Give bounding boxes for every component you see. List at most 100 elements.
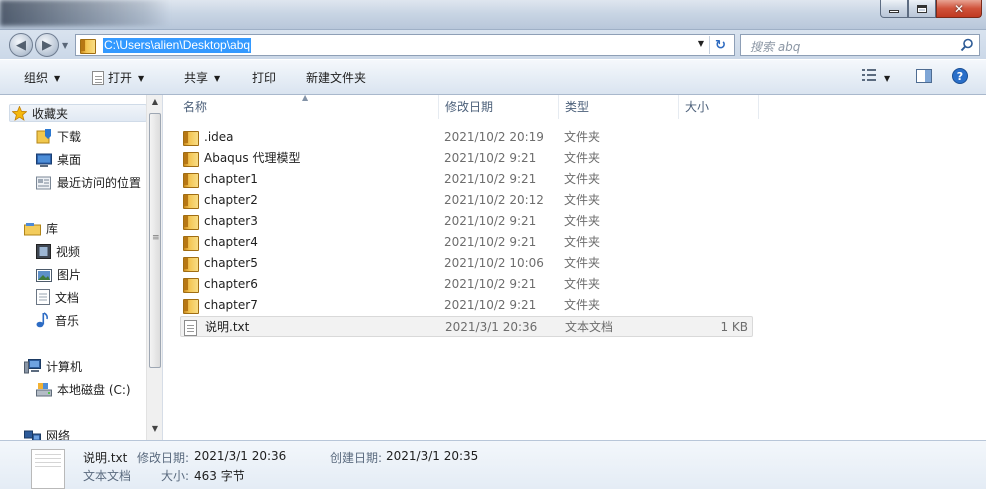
sidebar-item-computer[interactable]: 计算机 — [24, 358, 82, 376]
title-bar[interactable]: ✕ — [0, 0, 986, 30]
file-date: 2021/10/2 20:12 — [444, 193, 544, 207]
computer-icon — [24, 359, 41, 374]
table-row[interactable]: chapter7 2021/10/2 9:21 文件夹 — [180, 295, 753, 316]
share-button[interactable]: 共享 ▼ — [184, 70, 220, 86]
print-label: 打印 — [252, 71, 277, 85]
address-dropdown-icon[interactable]: ▼ — [698, 39, 704, 48]
sidebar-item-label: 网络 — [46, 429, 71, 440]
table-row[interactable]: chapter3 2021/10/2 9:21 文件夹 — [180, 211, 753, 232]
sidebar-item-label: 计算机 — [46, 360, 83, 374]
organize-button[interactable]: 组织 ▼ — [24, 70, 60, 86]
sidebar-item-network[interactable]: 网络 — [24, 427, 70, 440]
sidebar-item-label: 音乐 — [55, 314, 80, 328]
navigation-pane: 收藏夹 下载 桌面 最近访问的位置 库 视频 图片 文档 音乐 计算机 本地磁盘… — [0, 95, 163, 440]
video-icon — [36, 244, 51, 259]
new-folder-button[interactable]: 新建文件夹 — [306, 70, 366, 86]
refresh-button[interactable]: ↻ — [709, 36, 731, 54]
address-bar[interactable]: C:\Users\alien\Desktop\abq ▼ ↻ — [75, 34, 735, 56]
file-type: 文件夹 — [564, 235, 601, 249]
column-header-size[interactable]: 大小 — [679, 95, 759, 119]
back-arrow-icon: ◀ — [16, 37, 26, 53]
sidebar-item-pictures[interactable]: 图片 — [36, 266, 81, 284]
table-row[interactable]: chapter2 2021/10/2 20:12 文件夹 — [180, 190, 753, 211]
grip-icon: ≡ — [152, 233, 160, 243]
close-button[interactable]: ✕ — [936, 0, 982, 18]
file-name: chapter1 — [204, 172, 258, 186]
refresh-icon: ↻ — [715, 37, 726, 53]
sidebar-item-recent[interactable]: 最近访问的位置 — [36, 174, 141, 192]
details-modified-value: 2021/3/1 20:36 — [194, 449, 287, 463]
documents-icon — [36, 289, 50, 305]
sidebar-item-desktop[interactable]: 桌面 — [36, 151, 81, 169]
title-blur — [0, 0, 170, 26]
sidebar-item-downloads[interactable]: 下载 — [36, 128, 81, 146]
table-row[interactable]: .idea 2021/10/2 20:19 文件夹 — [180, 127, 753, 148]
help-icon[interactable]: ? — [952, 68, 968, 84]
maximize-icon — [909, 0, 935, 17]
sidebar-item-libraries[interactable]: 库 — [24, 220, 58, 238]
sidebar-scrollbar[interactable]: ▲ ≡ ▼ — [146, 95, 162, 440]
notepad-icon — [92, 71, 104, 85]
share-label: 共享 — [184, 71, 209, 85]
desktop-icon — [36, 153, 52, 167]
recent-pages-dropdown-icon[interactable]: ▼ — [62, 41, 68, 50]
search-icon[interactable] — [960, 38, 974, 52]
scroll-up-arrow-icon[interactable]: ▲ — [147, 97, 162, 111]
sidebar-item-label: 视频 — [56, 245, 81, 259]
music-note-icon — [36, 312, 48, 328]
folder-icon — [183, 277, 199, 293]
file-date: 2021/10/2 9:21 — [444, 214, 537, 228]
search-input[interactable]: 搜索 abq — [740, 34, 980, 56]
sidebar-item-music[interactable]: 音乐 — [36, 312, 79, 330]
details-size-label: 大小: — [161, 469, 190, 483]
folder-icon — [183, 172, 199, 188]
table-row[interactable]: Abaqus 代理模型 2021/10/2 9:21 文件夹 — [180, 148, 753, 169]
file-name: chapter2 — [204, 193, 258, 207]
maximize-button[interactable] — [908, 0, 936, 18]
details-created-value: 2021/3/1 20:35 — [386, 449, 479, 463]
column-header-type[interactable]: 类型 — [559, 95, 679, 119]
libraries-icon — [24, 223, 41, 236]
file-name: chapter7 — [204, 298, 258, 312]
chevron-down-icon: ▼ — [214, 74, 221, 83]
details-type: 文本文档 — [83, 469, 132, 483]
sidebar-item-documents[interactable]: 文档 — [36, 289, 79, 307]
organize-label: 组织 — [24, 71, 49, 85]
column-header-date[interactable]: 修改日期 — [439, 95, 559, 119]
new-folder-label: 新建文件夹 — [306, 71, 367, 85]
folder-icon — [183, 256, 199, 272]
sidebar-item-local-disk[interactable]: 本地磁盘 (C:) — [36, 381, 131, 399]
view-dropdown-icon[interactable]: ▼ — [884, 71, 890, 87]
back-button[interactable]: ◀ — [9, 33, 33, 57]
chevron-down-icon: ▼ — [54, 74, 61, 83]
print-button[interactable]: 打印 — [252, 70, 276, 86]
open-label: 打开 — [108, 71, 133, 85]
sidebar-item-label: 最近访问的位置 — [57, 176, 142, 190]
table-row[interactable]: chapter5 2021/10/2 10:06 文件夹 — [180, 253, 753, 274]
downloads-icon — [36, 129, 51, 144]
folder-icon — [183, 193, 199, 209]
pictures-icon — [36, 269, 52, 282]
star-icon — [12, 106, 27, 121]
text-file-icon — [184, 320, 197, 336]
sidebar-item-videos[interactable]: 视频 — [36, 243, 80, 261]
table-row[interactable]: chapter6 2021/10/2 9:21 文件夹 — [180, 274, 753, 295]
scroll-down-arrow-icon[interactable]: ▼ — [147, 424, 162, 438]
table-row-selected[interactable]: 说明.txt 2021/3/1 20:36 文本文档 1 KB — [180, 316, 753, 337]
preview-pane-icon[interactable] — [916, 69, 932, 83]
sidebar-item-favorites[interactable]: 收藏夹 — [9, 104, 147, 122]
table-row[interactable]: chapter4 2021/10/2 9:21 文件夹 — [180, 232, 753, 253]
open-button[interactable]: 打开 ▼ — [92, 70, 144, 86]
column-header-label: 类型 — [565, 100, 590, 114]
hard-drive-icon — [36, 383, 52, 397]
table-row[interactable]: chapter1 2021/10/2 9:21 文件夹 — [180, 169, 753, 190]
scrollbar-thumb[interactable]: ≡ — [149, 113, 161, 368]
sidebar-item-label: 图片 — [57, 268, 82, 282]
view-options-icon[interactable] — [862, 69, 876, 81]
sidebar-item-label: 本地磁盘 (C:) — [57, 383, 131, 397]
minimize-button[interactable] — [880, 0, 908, 18]
forward-button[interactable]: ▶ — [35, 33, 59, 57]
details-created-label: 创建日期: — [330, 451, 383, 465]
folder-icon — [183, 130, 199, 146]
address-path[interactable]: C:\Users\alien\Desktop\abq — [103, 38, 252, 53]
